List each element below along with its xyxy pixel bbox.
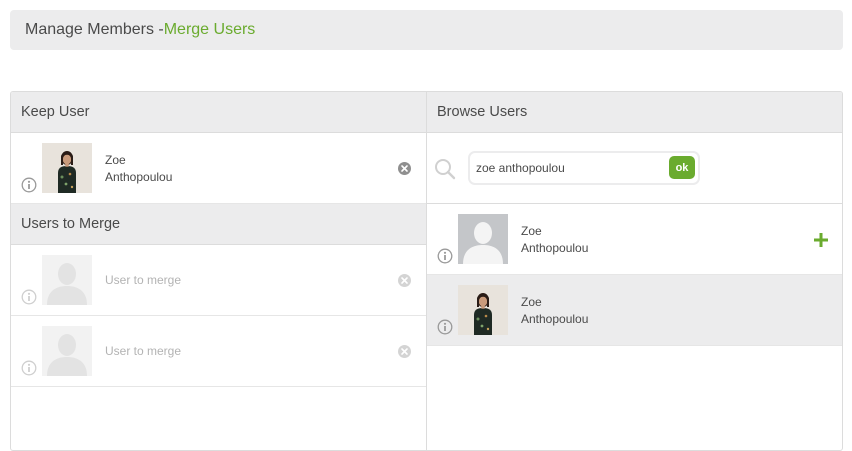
result-1-last-name: Anthopoulou [521,241,589,255]
remove-merge-slot-1-icon[interactable] [398,274,411,287]
merge-slot-1-avatar [42,255,92,305]
keep-user-name: Zoe Anthopoulou [105,152,172,186]
result-2-last-name: Anthopoulou [521,312,589,326]
info-icon[interactable] [21,177,37,193]
merge-slot-2-placeholder: User to merge [105,344,182,358]
page-title-accent: Merge Users [163,21,256,38]
merge-slot-1-placeholder: User to merge [105,273,182,287]
page-title-prefix: Manage Members - [25,21,164,38]
users-to-merge-heading: Users to Merge [11,204,426,245]
search-row: ok [427,133,842,204]
result-row-2[interactable]: Zoe Anthopoulou [427,275,842,346]
remove-keep-user-icon[interactable] [398,162,411,175]
info-icon[interactable] [437,319,453,335]
result-2-name: Zoe Anthopoulou [521,294,588,328]
result-1-first-name: Zoe [521,224,542,238]
keep-user-avatar [42,143,92,193]
search-ok-button[interactable]: ok [669,156,695,179]
browse-users-heading: Browse Users [427,92,842,133]
left-column: Keep User Zoe Anthopoulou Users to Merge… [11,92,427,450]
keep-user-row: Zoe Anthopoulou [11,133,426,204]
result-2-avatar [458,285,508,335]
right-column: Browse Users ok Zoe Anthopoulou [427,92,842,450]
page-header: Manage Members - Merge Users [10,10,843,50]
result-2-first-name: Zoe [521,295,542,309]
info-icon[interactable] [21,289,37,305]
merge-slot-2: User to merge [11,316,426,387]
info-icon[interactable] [437,248,453,264]
remove-merge-slot-2-icon[interactable] [398,345,411,358]
merge-slot-1: User to merge [11,245,426,316]
search-icon [433,157,457,181]
search-box: ok [468,151,700,185]
merge-panel: Keep User Zoe Anthopoulou Users to Merge… [10,91,843,451]
info-icon[interactable] [21,360,37,376]
keep-user-first-name: Zoe [105,153,126,167]
keep-user-last-name: Anthopoulou [105,170,173,184]
result-row-1[interactable]: Zoe Anthopoulou [427,204,842,275]
merge-slot-2-avatar [42,326,92,376]
result-1-avatar [458,214,508,264]
keep-user-heading: Keep User [11,92,426,133]
search-input[interactable] [476,157,666,179]
add-user-icon[interactable] [814,233,828,247]
result-1-name: Zoe Anthopoulou [521,223,588,257]
